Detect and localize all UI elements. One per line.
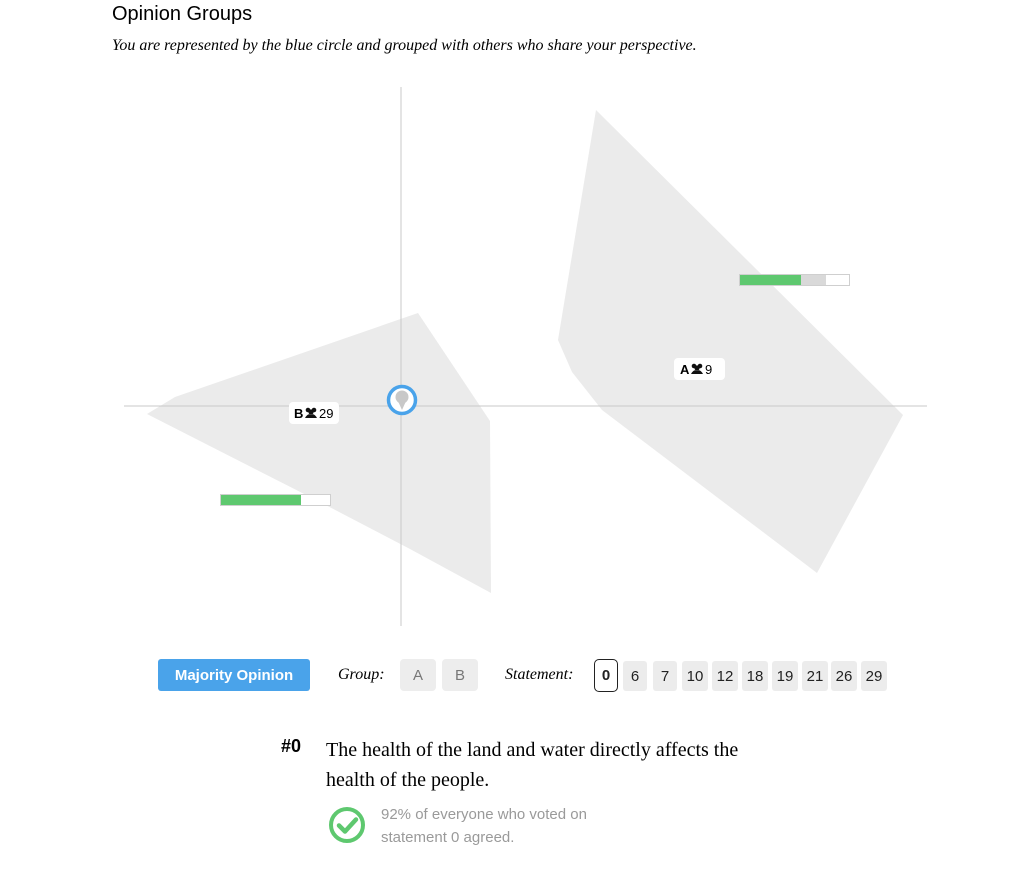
statement-button-29[interactable]: 29 <box>861 661 887 691</box>
group-b-letter: B <box>294 406 303 421</box>
you-marker <box>386 384 418 416</box>
group-b-vote-bar <box>220 494 331 506</box>
statement-number: #0 <box>281 736 302 756</box>
group-a-disagree-fill <box>801 275 826 285</box>
statement-button-12[interactable]: 12 <box>712 661 738 691</box>
group-a-count: 9 <box>705 362 712 377</box>
group-a-letter: A <box>680 362 690 377</box>
group-b-agree-fill <box>221 495 301 505</box>
group-a-label[interactable]: A 9 <box>674 358 725 380</box>
group-label: Group: <box>338 666 385 683</box>
statement-button-19[interactable]: 19 <box>772 661 798 691</box>
majority-opinion-button[interactable]: Majority Opinion <box>158 659 310 691</box>
statement-button-6[interactable]: 6 <box>623 661 647 691</box>
statement-button-21[interactable]: 21 <box>802 661 828 691</box>
opinion-map: A 9 B 29 <box>124 87 927 626</box>
statement-button-10[interactable]: 10 <box>682 661 708 691</box>
group-b-button[interactable]: B <box>442 659 478 691</box>
statement-button-18[interactable]: 18 <box>742 661 768 691</box>
group-a-button[interactable]: A <box>400 659 436 691</box>
group-b-label[interactable]: B 29 <box>289 402 339 424</box>
group-a-agree-fill <box>740 275 801 285</box>
agreement-summary-line-2: statement 0 agreed. <box>381 829 515 846</box>
statement-button-26[interactable]: 26 <box>831 661 857 691</box>
statement-label: Statement: <box>505 666 574 683</box>
group-b-hull[interactable] <box>147 313 491 593</box>
statement-button-7[interactable]: 7 <box>653 661 677 691</box>
agreement-summary: 92% of everyone who voted on statement 0… <box>381 803 621 849</box>
checkmark-circle-icon <box>329 807 365 843</box>
statement-text: The health of the land and water directl… <box>326 739 739 791</box>
group-a-vote-bar <box>739 274 850 286</box>
controls-bar: Majority Opinion Group: A B Statement: 0… <box>0 659 1024 693</box>
statement-button-0[interactable]: 0 <box>594 659 618 692</box>
group-b-count: 29 <box>319 406 333 421</box>
agreement-summary-line-1: 92% of everyone who voted on <box>381 806 587 823</box>
group-a-hull[interactable] <box>558 110 903 573</box>
